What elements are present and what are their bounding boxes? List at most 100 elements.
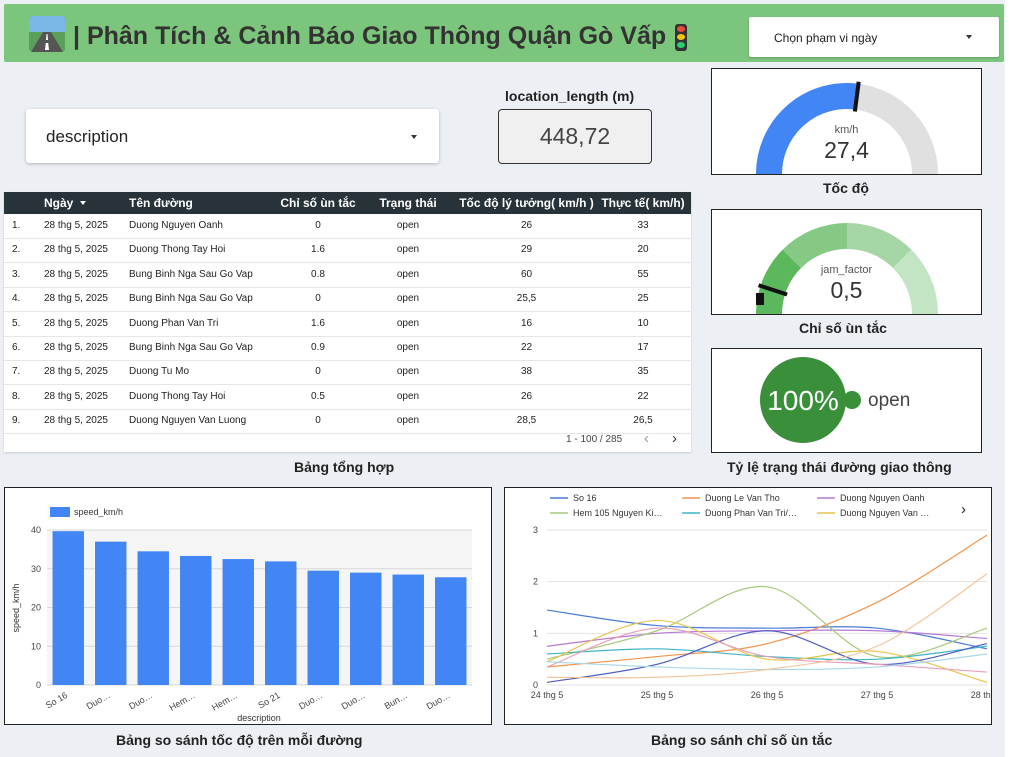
traffic-light-icon — [675, 24, 687, 51]
table-cell-jam: 0.5 — [311, 390, 325, 402]
table-cell-ideal: 26 — [520, 390, 533, 402]
table-cell-jam: 1.6 — [311, 244, 325, 256]
description-dropdown[interactable]: description — [26, 109, 439, 163]
col-ideal-speed-header[interactable]: Tốc độ lý tưởng( km/h ) — [454, 192, 599, 214]
line-x-tick-label: 27 thg 5 — [861, 690, 894, 700]
table-cell-idx: 6. — [12, 342, 21, 353]
status-donut-caption: Tỷ lệ trạng thái đường giao thông — [727, 459, 952, 475]
col-jam-header[interactable]: Chỉ số ùn tắc — [276, 192, 360, 214]
table-cell-date: 28 thg 5, 2025 — [44, 415, 108, 427]
date-range-label: Chọn phạm vi ngày — [774, 31, 878, 45]
table-cell-ideal: 29 — [520, 244, 533, 256]
page-title: | Phân Tích & Cảnh Báo Giao Thông Quận G… — [73, 22, 667, 50]
table-cell-date: 28 thg 5, 2025 — [44, 390, 108, 402]
jam-gauge-value: 0,5 — [830, 277, 863, 303]
dashboard-canvas: | Phân Tích & Cảnh Báo Giao Thông Quận G… — [0, 0, 1005, 757]
line-x-tick-label: 24 thg 5 — [531, 690, 564, 700]
chevron-down-icon — [966, 35, 972, 39]
table-cell-actual: 22 — [637, 390, 649, 402]
bar-x-tick-label: Bun… — [383, 690, 410, 711]
table-cell-status: open — [396, 244, 420, 256]
table-cell-idx: 4. — [12, 293, 21, 305]
table-cell-actual: 35 — [637, 366, 649, 378]
table-cell-road: Bung Binh Nga Sau Go Vap — [129, 342, 253, 353]
table-cell-status: open — [396, 268, 420, 280]
col-actual-speed-header[interactable]: Thực tế( km/h) — [599, 192, 687, 214]
bar — [180, 555, 212, 685]
header-bar: | Phân Tích & Cảnh Báo Giao Thông Quận G… — [4, 4, 1004, 62]
table-cell-road: Duong Nguyen Oanh — [129, 220, 223, 231]
table-cell-road: Bung Binh Nga Sau Go Vap — [129, 268, 253, 280]
date-range-dropdown[interactable]: Chọn phạm vi ngày — [749, 17, 999, 57]
table-cell-date: 28 thg 5, 2025 — [44, 317, 108, 329]
table-cell-road: Duong Phan Van Tri — [129, 317, 219, 329]
table-row[interactable]: 3. 28 thg 5, 2025 Bung Binh Nga Sau Go Vap… — [4, 263, 691, 288]
line-x-tick-label: 28 thg 5 — [971, 690, 991, 700]
table-cell-idx: 3. — [12, 268, 21, 280]
speed-gauge-card: km/h 27,4 — [711, 68, 982, 175]
table-row[interactable]: 1. 28 thg 5, 2025 Duong Nguyen Oanh 0 open 26… — [4, 214, 691, 239]
jam-gauge-unit: jam_factor — [820, 264, 873, 276]
jam-line-chart-box: 0 1 2 3 24 thg 5 25 thg 5 26 thg 5 27 thg 5 28 t… — [504, 487, 992, 725]
table-row[interactable]: 6. 28 thg 5, 2025 Bung Binh Nga Sau Go Vap… — [4, 336, 691, 361]
table-cell-status: open — [396, 220, 420, 231]
table-cell-actual: 17 — [637, 342, 649, 353]
bar — [95, 541, 127, 685]
col-date-header[interactable]: Ngày — [44, 192, 86, 214]
jam-gauge-card: jam_factor 0,5 — [711, 209, 982, 315]
line-x-tick-label: 26 thg 5 — [751, 690, 784, 700]
table-cell-ideal: 38 — [520, 366, 533, 378]
bar-x-tick-label: Duo… — [340, 690, 367, 711]
table-cell-status: open — [396, 366, 420, 378]
table-cell-ideal: 26 — [520, 220, 533, 231]
line-y-tick-label: 1 — [533, 628, 538, 638]
table-cell-ideal: 60 — [520, 268, 533, 280]
table-cell-status: open — [396, 415, 420, 427]
table-cell-ideal: 25,5 — [516, 293, 537, 305]
bar-x-tick-label: So 16 — [44, 690, 69, 710]
table-cell-idx: 7. — [12, 366, 21, 378]
table-cell-jam: 1.6 — [311, 317, 325, 329]
table-cell-idx: 1. — [12, 220, 21, 231]
table-cell-jam: 0 — [315, 220, 321, 231]
bar-y-tick-label: 30 — [31, 564, 41, 574]
col-road-header[interactable]: Tên đường — [129, 192, 193, 214]
table-row[interactable]: 9. 28 thg 5, 2025 Duong Nguyen Van Luong 0 o… — [4, 409, 691, 435]
line-y-tick-label: 0 — [533, 680, 538, 690]
line-legend-label: Duong Nguyen Van … — [840, 508, 929, 518]
line-x-tick-label: 25 thg 5 — [641, 690, 674, 700]
location-length-label: location_length (m) — [505, 88, 635, 104]
description-dropdown-label: description — [46, 127, 129, 146]
bar-x-tick-label: Hem… — [210, 690, 239, 713]
next-page-icon[interactable]: › — [672, 431, 677, 446]
prev-page-icon[interactable]: ‹ — [644, 431, 649, 446]
col-status-header[interactable]: Trạng thái — [372, 192, 444, 214]
line-legend-label: Duong Le Van Tho — [705, 493, 780, 503]
table-cell-idx: 9. — [12, 415, 21, 427]
table-cell-road: Duong Thong Tay Hoi — [129, 244, 226, 256]
table-cell-status: open — [396, 342, 420, 353]
line-legend-label: Hem 105 Nguyen Ki… — [573, 508, 663, 518]
bar-x-tick-label: Hem… — [167, 690, 196, 713]
speed-gauge-value: 27,4 — [824, 137, 869, 163]
jam-line-chart: 0 1 2 3 24 thg 5 25 thg 5 26 thg 5 27 thg 5 28 t… — [531, 493, 991, 700]
table-cell-jam: 0.9 — [311, 342, 325, 353]
bar-x-tick-label: Duo… — [85, 690, 112, 711]
line-series — [546, 534, 988, 668]
summary-table: Ngày Tên đường Chỉ số ùn tắc Trạng thái … — [4, 192, 691, 452]
legend-next-icon[interactable]: › — [961, 501, 966, 518]
table-cell-road: Duong Nguyen Van Luong — [129, 415, 247, 427]
table-cell-actual: 10 — [637, 317, 649, 329]
table-row[interactable]: 5. 28 thg 5, 2025 Duong Phan Van Tri 1.6 ope… — [4, 312, 691, 337]
table-row[interactable]: 4. 28 thg 5, 2025 Bung Binh Nga Sau Go Vap… — [4, 287, 691, 313]
table-row[interactable]: 8. 28 thg 5, 2025 Duong Thong Tay Hoi 0.5 op… — [4, 385, 691, 410]
chevron-down-icon — [411, 135, 417, 139]
table-cell-actual: 25 — [637, 293, 649, 305]
line-chart-caption: Bảng so sánh chỉ số ùn tắc — [651, 732, 833, 748]
sort-desc-icon — [79, 201, 86, 205]
table-cell-date: 28 thg 5, 2025 — [44, 268, 108, 280]
bar-x-axis-label: description — [237, 713, 281, 723]
table-row[interactable]: 7. 28 thg 5, 2025 Duong Tu Mo 0 open 38 35 — [4, 360, 691, 386]
bar-legend-label: speed_km/h — [74, 507, 123, 517]
table-row[interactable]: 2. 28 thg 5, 2025 Duong Thong Tay Hoi 1.6 op… — [4, 238, 691, 264]
